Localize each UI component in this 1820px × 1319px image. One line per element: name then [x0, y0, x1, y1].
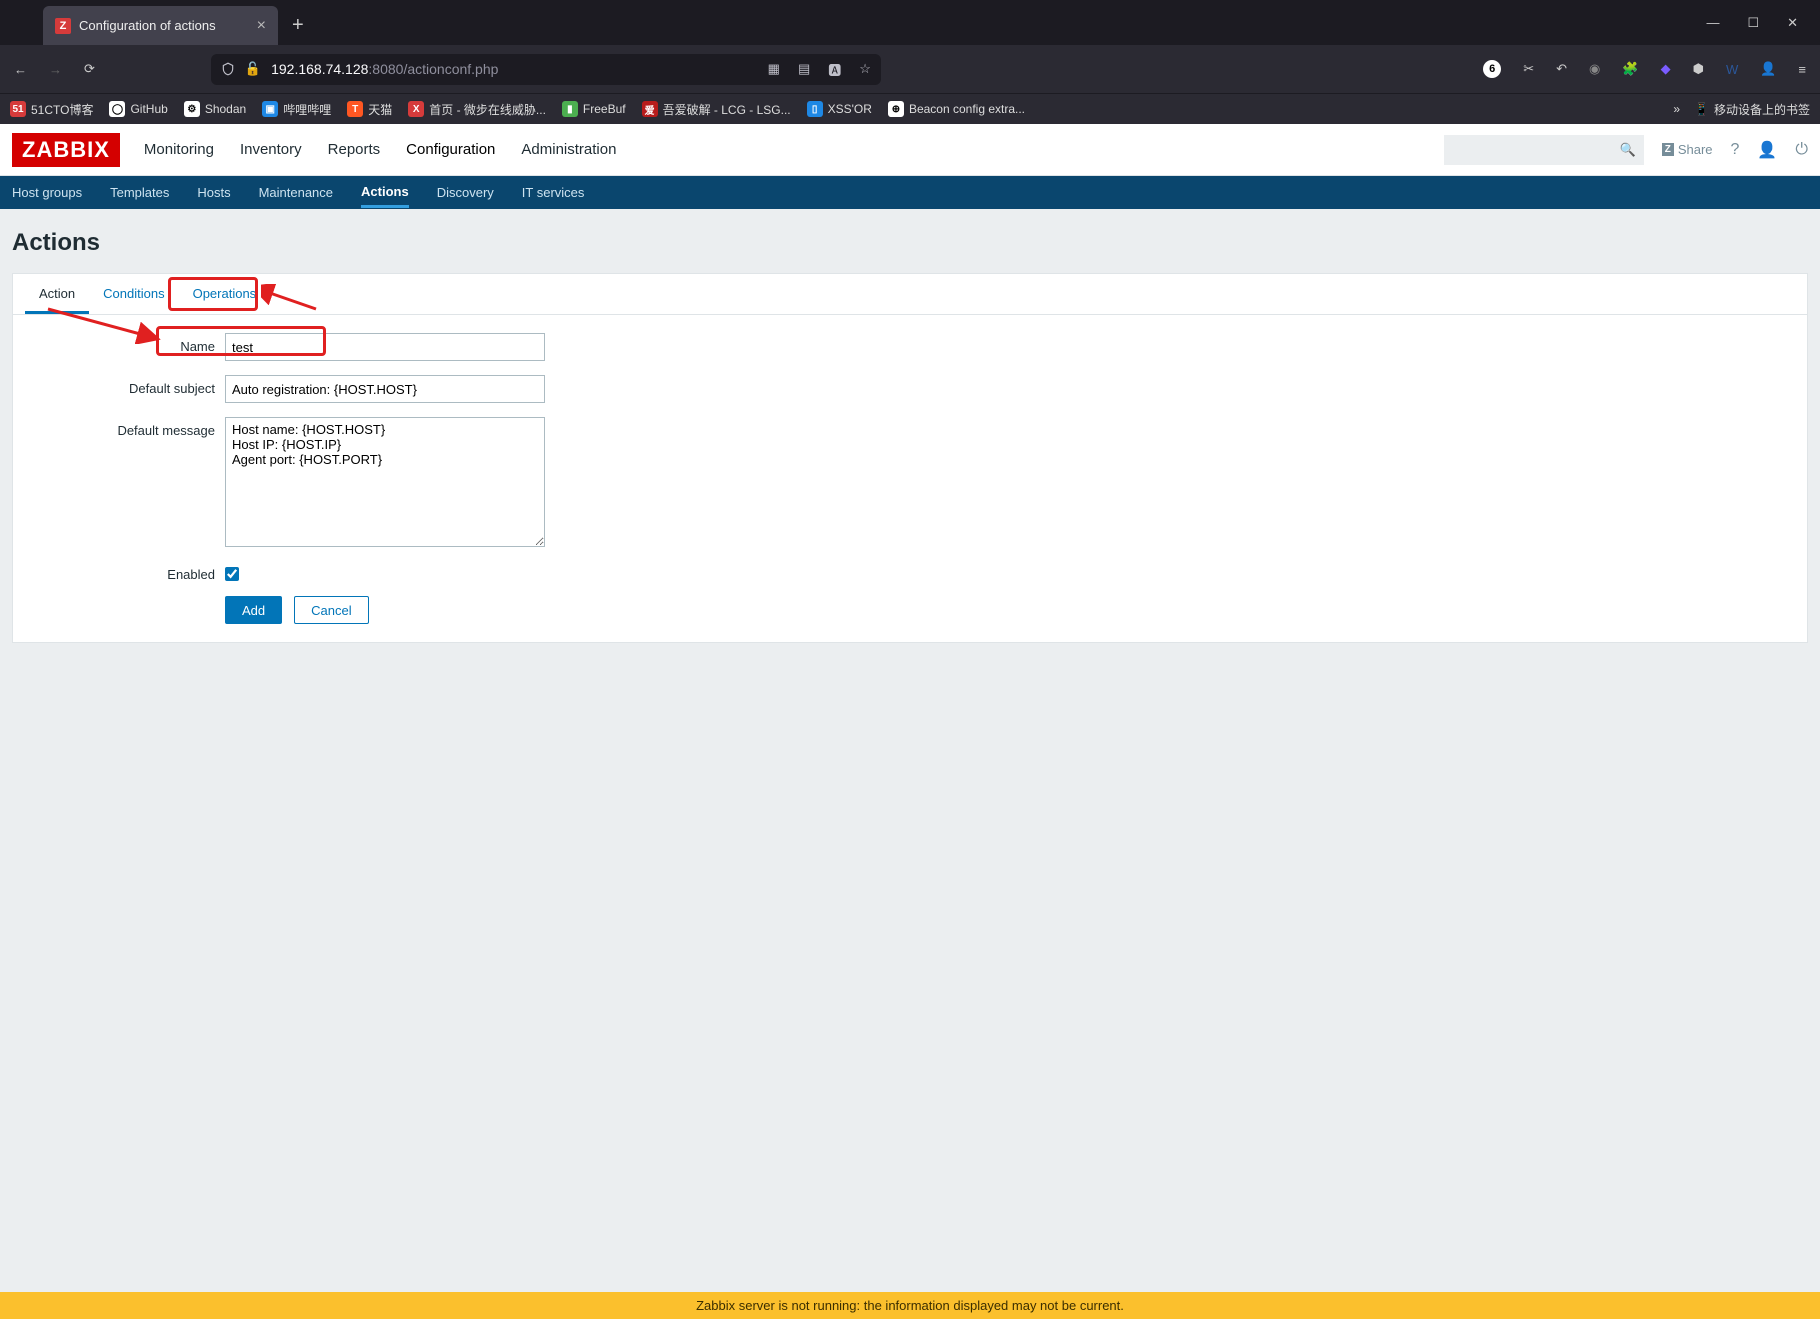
nav-configuration[interactable]: Configuration — [406, 141, 495, 158]
main-nav: Monitoring Inventory Reports Configurati… — [144, 141, 617, 158]
tab-action[interactable]: Action — [25, 274, 89, 314]
name-input[interactable] — [225, 333, 545, 361]
bookmark-51cto[interactable]: 5151CTO博客 — [10, 101, 93, 118]
nav-inventory[interactable]: Inventory — [240, 141, 302, 158]
notification-badge[interactable]: 6 — [1483, 60, 1501, 78]
reload-icon[interactable]: ⟳ — [84, 61, 95, 77]
close-window-icon[interactable]: ✕ — [1787, 15, 1798, 31]
url-text: 192.168.74.128:8080/actionconf.php — [271, 61, 498, 77]
window-controls: — ☐ ✕ — [1706, 0, 1820, 45]
bookmarks-bar: 5151CTO博客 ◯GitHub ⚙Shodan ▣哔哩哔哩 T天猫 X首页 … — [0, 93, 1820, 124]
browser-tab-strip: Z Configuration of actions × + — ☐ ✕ — [0, 0, 1820, 45]
add-button[interactable]: Add — [225, 596, 282, 624]
bookmark-mobile[interactable]: 📱移动设备上的书签 — [1694, 101, 1810, 118]
subnav-discovery[interactable]: Discovery — [437, 185, 494, 200]
record-icon[interactable]: ◉ — [1589, 61, 1600, 77]
bookmark-github[interactable]: ◯GitHub — [109, 101, 167, 117]
subnav-maintenance[interactable]: Maintenance — [259, 185, 333, 200]
sub-nav: Host groups Templates Hosts Maintenance … — [0, 176, 1820, 209]
translate-icon[interactable]: 🅰 — [828, 60, 841, 79]
form-body: Name Default subject Default message Ena… — [13, 315, 1807, 642]
new-tab-button[interactable]: + — [278, 6, 318, 45]
share-link[interactable]: ZShare — [1662, 142, 1713, 157]
message-textarea[interactable] — [225, 417, 545, 547]
nav-reports[interactable]: Reports — [328, 141, 381, 158]
name-label: Name — [25, 333, 225, 354]
menu-icon[interactable]: ≡ — [1798, 62, 1806, 77]
tab-operations[interactable]: Operations — [179, 274, 271, 314]
zabbix-header: ZABBIX Monitoring Inventory Reports Conf… — [0, 124, 1820, 176]
form-tabs: Action Conditions Operations — [13, 274, 1807, 315]
bookmarks-overflow-icon[interactable]: » — [1673, 102, 1680, 116]
tab-favicon: Z — [55, 18, 71, 34]
bookmark-star-icon[interactable]: ☆ — [859, 61, 871, 77]
subject-label: Default subject — [25, 375, 225, 396]
page-body: Actions Action Conditions Operations Nam… — [0, 209, 1820, 655]
bookmark-shodan[interactable]: ⚙Shodan — [184, 101, 246, 117]
shield-icon — [221, 62, 235, 76]
zabbix-logo[interactable]: ZABBIX — [12, 133, 120, 167]
page-title: Actions — [12, 229, 1808, 257]
subnav-actions[interactable]: Actions — [361, 184, 409, 208]
global-search[interactable]: 🔍 — [1444, 135, 1644, 165]
ext-icon-1[interactable]: 🧩 — [1622, 61, 1638, 77]
ext-icon-2[interactable]: ◆ — [1661, 61, 1671, 77]
subject-input[interactable] — [225, 375, 545, 403]
search-icon[interactable]: 🔍 — [1620, 142, 1636, 158]
subnav-templates[interactable]: Templates — [110, 185, 169, 200]
cancel-button[interactable]: Cancel — [294, 596, 368, 624]
tab-conditions[interactable]: Conditions — [89, 274, 178, 314]
bookmark-xssor[interactable]: ▯XSS'OR — [807, 101, 872, 117]
bookmark-tmall[interactable]: T天猫 — [347, 101, 392, 118]
user-icon[interactable]: 👤 — [1757, 140, 1777, 160]
minimize-icon[interactable]: — — [1706, 15, 1719, 30]
nav-monitoring[interactable]: Monitoring — [144, 141, 214, 158]
forward-icon[interactable]: → — [49, 62, 62, 77]
browser-toolbar: ← → ⟳ 🔓 192.168.74.128:8080/actionconf.p… — [0, 45, 1820, 93]
enabled-checkbox[interactable] — [225, 567, 239, 581]
reader-icon[interactable]: ▤ — [798, 61, 810, 77]
url-bar[interactable]: 🔓 192.168.74.128:8080/actionconf.php ▦ ▤… — [211, 54, 881, 85]
bookmark-52pojie[interactable]: 爱吾爱破解 - LCG - LSG... — [642, 101, 791, 118]
nav-administration[interactable]: Administration — [521, 141, 616, 158]
server-warning-banner: Zabbix server is not running: the inform… — [0, 1292, 1820, 1319]
action-form-panel: Action Conditions Operations Name Defaul… — [12, 273, 1808, 643]
bookmark-freebuf[interactable]: ▮FreeBuf — [562, 101, 626, 117]
bookmark-beacon[interactable]: ⊕Beacon config extra... — [888, 101, 1025, 117]
subnav-hostgroups[interactable]: Host groups — [12, 185, 82, 200]
bookmark-bilibili[interactable]: ▣哔哩哔哩 — [262, 101, 331, 118]
close-tab-icon[interactable]: × — [257, 17, 266, 35]
maximize-icon[interactable]: ☐ — [1747, 15, 1759, 31]
insecure-lock-icon: 🔓 — [245, 61, 261, 77]
back-icon[interactable]: ← — [14, 62, 27, 77]
ext-icon-4[interactable]: W — [1726, 62, 1738, 77]
qr-icon[interactable]: ▦ — [768, 61, 780, 77]
subnav-itservices[interactable]: IT services — [522, 185, 585, 200]
ext-icon-3[interactable]: ⬢ — [1693, 61, 1704, 77]
undo-icon[interactable]: ↶ — [1556, 61, 1567, 77]
tab-title: Configuration of actions — [79, 18, 216, 33]
account-icon[interactable]: 👤 — [1760, 61, 1776, 77]
bookmark-threatbook[interactable]: X首页 - 微步在线威胁... — [408, 101, 546, 118]
browser-tab[interactable]: Z Configuration of actions × — [43, 6, 278, 45]
logout-icon[interactable]: ⏻ — [1795, 141, 1808, 159]
subnav-hosts[interactable]: Hosts — [197, 185, 230, 200]
message-label: Default message — [25, 417, 225, 438]
crop-icon[interactable]: ✂ — [1523, 61, 1534, 77]
enabled-label: Enabled — [25, 561, 225, 582]
help-icon[interactable]: ? — [1731, 141, 1740, 159]
